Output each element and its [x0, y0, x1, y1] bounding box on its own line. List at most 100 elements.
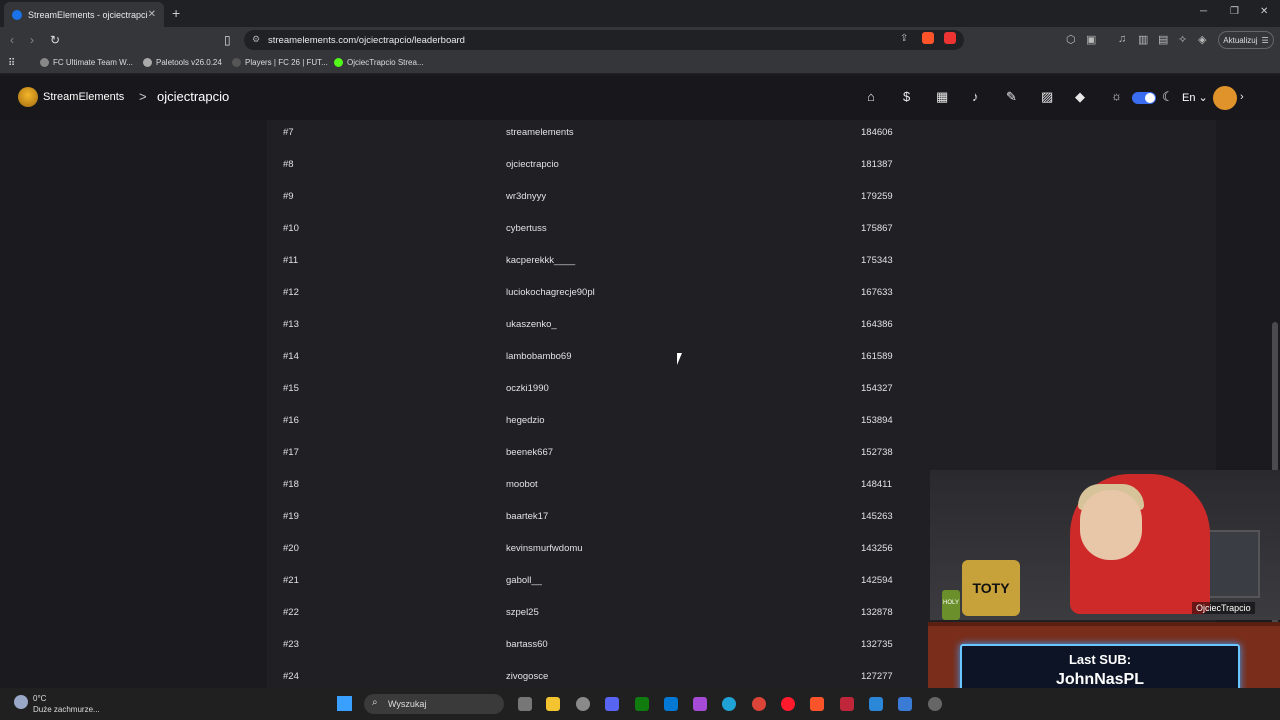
last-sub-name: JohnNasPL [1055, 671, 1144, 688]
music-icon[interactable]: ♫ [1118, 33, 1126, 45]
sidebar-icon[interactable]: ▥ [1138, 33, 1148, 46]
rank-cell: #24 [283, 671, 299, 682]
points-cell: 127277 [861, 671, 893, 682]
rank-cell: #8 [283, 159, 294, 170]
browser-tab[interactable]: StreamElements - ojciectrapcio ✕ [4, 2, 164, 27]
points-cell: 184606 [861, 127, 893, 138]
leaderboard-row: #15 oczki1990 154327 [267, 374, 1216, 406]
username-cell: oczki1990 [506, 383, 549, 394]
file-explorer-icon[interactable] [546, 697, 560, 711]
minimize-icon[interactable]: ─ [1200, 6, 1207, 17]
points-cell: 145263 [861, 511, 893, 522]
close-window-icon[interactable]: ✕ [1260, 6, 1268, 17]
leaderboard-row: #9 wr3dnyyy 179259 [267, 182, 1216, 214]
username-cell: zivogosce [506, 671, 549, 682]
brave-shields-icon[interactable] [922, 32, 934, 44]
toty-badge: TOTY [962, 560, 1020, 616]
opera-icon[interactable] [781, 697, 795, 711]
stats-icon[interactable]: ▨ [1041, 89, 1053, 105]
weather-icon [14, 695, 28, 709]
menu-icon: ☰ [1261, 35, 1269, 45]
leaderboard-row: #8 ojciectrapcio 181387 [267, 150, 1216, 182]
streamelements-logo-icon[interactable] [18, 87, 38, 107]
theme-toggle[interactable] [1132, 92, 1156, 104]
points-cell: 148411 [861, 479, 892, 490]
brave-icon[interactable] [810, 697, 824, 711]
breadcrumb-chevron-icon: > [139, 89, 147, 104]
music-note-icon[interactable]: ♪ [972, 89, 979, 104]
tools-icon[interactable]: ✎ [1006, 89, 1017, 105]
address-bar[interactable]: ⚙ streamelements.com/ojciectrapcio/leade… [244, 30, 964, 50]
app-icon[interactable] [898, 697, 912, 711]
bookmark-item[interactable]: FC Ultimate Team W... [40, 58, 133, 67]
username-cell: luciokochagrecje90pl [506, 287, 595, 298]
browser-toolbar: ‹ › ↻ ▯ ⚙ streamelements.com/ojciectrapc… [0, 27, 1280, 53]
leaderboard-row: #10 cybertuss 175867 [267, 214, 1216, 246]
discord-icon[interactable] [605, 697, 619, 711]
bookmark-item[interactable]: OjciecTrapcio Strea... [334, 58, 424, 67]
points-cell: 154327 [861, 383, 893, 394]
username-cell: streamelements [506, 127, 574, 138]
home-icon[interactable]: ⌂ [867, 89, 875, 104]
edge-icon[interactable] [722, 697, 736, 711]
points-cell: 164386 [861, 319, 893, 330]
points-cell: 161589 [861, 351, 893, 362]
start-icon[interactable] [337, 696, 352, 711]
language-select[interactable]: En ⌄ [1182, 91, 1208, 104]
vivaldi-icon[interactable] [840, 697, 854, 711]
extension-icon[interactable]: ⬡ [1066, 33, 1076, 46]
apps-grid-icon[interactable]: ⠿ [8, 58, 15, 69]
channel-name[interactable]: ojciectrapcio [157, 89, 229, 104]
username-cell: lambobambo69 [506, 351, 572, 362]
moon-icon: ☾ [1162, 89, 1174, 104]
bookmark-item[interactable]: Paletools v26.0.24 [143, 58, 222, 67]
user-avatar[interactable] [1213, 86, 1237, 110]
taskbar-search[interactable]: ⌕ Wyszukaj [364, 694, 504, 714]
vscode-icon[interactable] [664, 697, 678, 711]
bookmark-item[interactable]: Players | FC 26 | FUT... [232, 58, 328, 67]
maximize-icon[interactable]: ❐ [1230, 6, 1239, 17]
chevron-right-icon[interactable]: › [1240, 91, 1244, 103]
points-cell: 167633 [861, 287, 893, 298]
obs-icon[interactable] [576, 697, 590, 711]
rank-cell: #18 [283, 479, 299, 490]
chrome-icon[interactable] [752, 697, 766, 711]
last-sub-label: Last SUB: [1068, 652, 1132, 667]
wallet-icon[interactable]: ▤ [1158, 33, 1168, 46]
update-button[interactable]: Aktualizuj ☰ [1218, 31, 1274, 49]
brand-name[interactable]: StreamElements [43, 91, 124, 103]
leo-ai-icon[interactable]: ✧ [1178, 33, 1187, 46]
site-info-icon[interactable]: ⚙ [252, 34, 260, 45]
rank-cell: #22 [283, 607, 299, 618]
url-text: streamelements.com/ojciectrapcio/leaderb… [268, 34, 465, 46]
xbox-icon[interactable] [635, 697, 649, 711]
rank-cell: #10 [283, 223, 299, 234]
photos-icon[interactable] [869, 697, 883, 711]
settings-icon[interactable] [928, 697, 942, 711]
leaderboard-row: #14 lambobambo69 161589 [267, 342, 1216, 374]
vpn-icon[interactable]: ◈ [1198, 33, 1206, 46]
username-cell: wr3dnyyy [506, 191, 547, 202]
new-tab-icon[interactable]: + [172, 5, 180, 21]
close-tab-icon[interactable]: ✕ [148, 9, 156, 20]
clipchamp-icon[interactable] [693, 697, 707, 711]
leaderboard-row: #17 beenek667 152738 [267, 438, 1216, 470]
dollar-icon[interactable]: $ [903, 89, 910, 104]
back-icon[interactable]: ‹ [10, 33, 14, 47]
brave-rewards-icon[interactable] [944, 32, 956, 44]
reload-icon[interactable]: ↻ [50, 33, 60, 47]
rank-cell: #13 [283, 319, 299, 330]
screenshot-icon[interactable]: ▣ [1086, 33, 1096, 46]
username-cell: ukaszenko_ [506, 319, 557, 330]
bookmark-icon[interactable]: ▯ [224, 33, 231, 47]
forward-icon[interactable]: › [30, 33, 34, 47]
rank-cell: #17 [283, 447, 299, 458]
points-cell: 143256 [861, 543, 893, 554]
gem-icon[interactable]: ◆ [1075, 89, 1085, 105]
store-icon[interactable]: ▦ [936, 89, 948, 105]
cam-name-label: OjciecTrapcio [1192, 602, 1255, 614]
share-icon[interactable]: ⇪ [900, 33, 908, 44]
sun-icon: ☼ [1111, 89, 1122, 103]
bookmark-favicon-icon [232, 58, 241, 67]
task-view-icon[interactable] [518, 697, 532, 711]
